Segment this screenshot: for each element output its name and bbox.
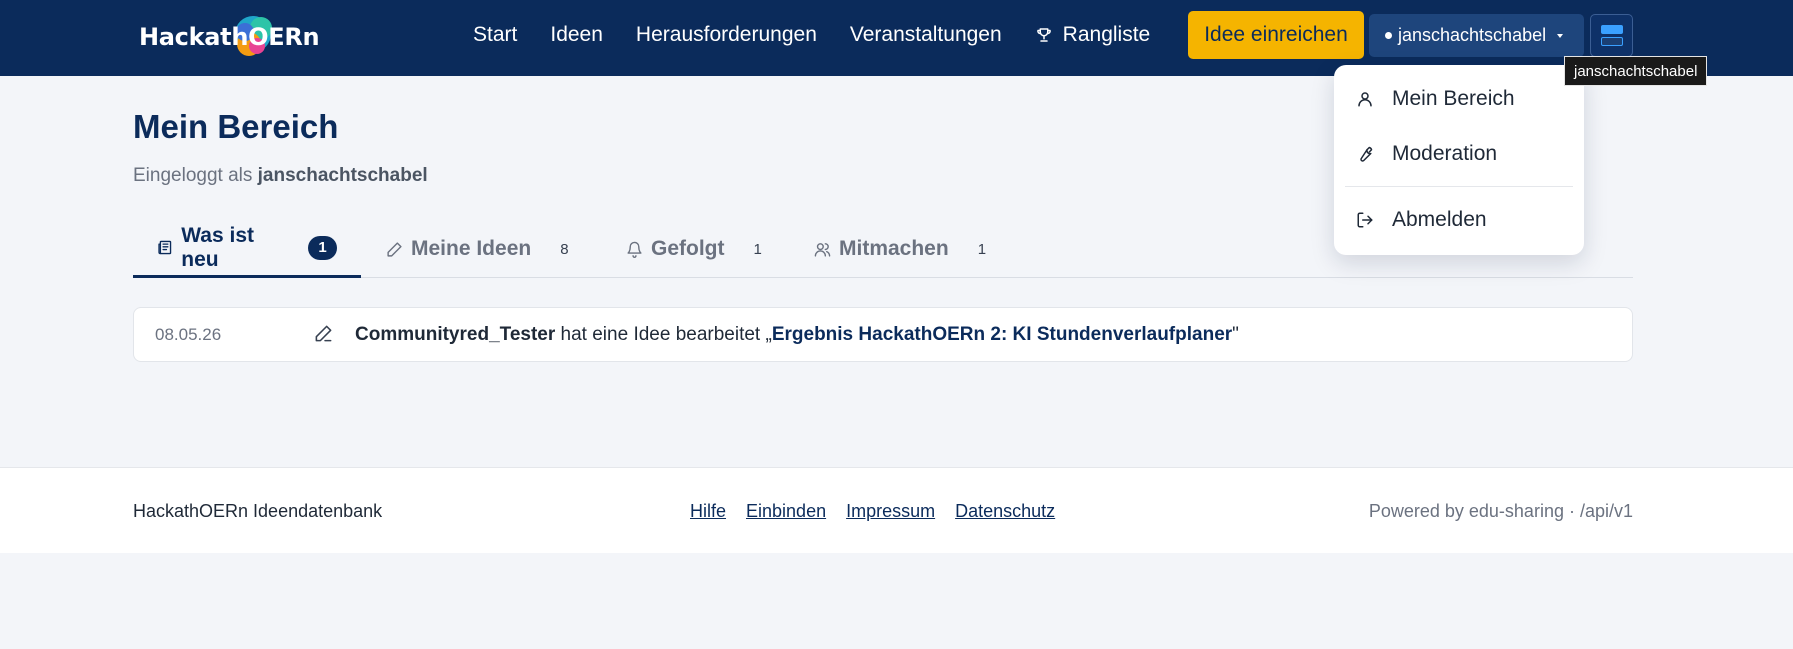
nav-rangliste[interactable]: Rangliste bbox=[1035, 23, 1151, 47]
footer-links: Hilfe Einbinden Impressum Datenschutz bbox=[690, 501, 1075, 522]
logo[interactable]: HackathOERn bbox=[139, 10, 320, 64]
user-dropdown-menu: Mein Bereich Moderation Abmelden bbox=[1334, 65, 1584, 255]
users-icon bbox=[814, 242, 831, 257]
logout-icon bbox=[1357, 212, 1373, 228]
footer-link-impressum[interactable]: Impressum bbox=[846, 501, 935, 522]
activity-text: Communityred_Tester hat eine Idee bearbe… bbox=[355, 324, 1239, 346]
tab-count-badge: 1 bbox=[308, 235, 337, 260]
caret-down-icon bbox=[1557, 33, 1564, 38]
submit-idea-button[interactable]: Idee einreichen bbox=[1188, 11, 1364, 59]
tab-meine-ideen[interactable]: Meine Ideen 8 bbox=[386, 220, 569, 278]
activity-quote-close: " bbox=[1232, 323, 1239, 345]
menu-item-label: Abmelden bbox=[1392, 208, 1487, 231]
logo-text: HackathOERn bbox=[139, 23, 320, 51]
footer-link-hilfe[interactable]: Hilfe bbox=[690, 501, 726, 522]
activity-item[interactable]: 08.05.26 Communityred_Tester hat eine Id… bbox=[133, 307, 1633, 362]
main-nav: Start Ideen Herausforderungen Veranstalt… bbox=[473, 0, 1183, 70]
menu-item-mein-bereich[interactable]: Mein Bereich bbox=[1334, 77, 1584, 121]
activity-date: 08.05.26 bbox=[155, 324, 222, 344]
tab-count: 1 bbox=[753, 240, 762, 258]
menu-divider bbox=[1345, 186, 1573, 187]
tab-was-ist-neu[interactable]: Was ist neu 1 bbox=[133, 220, 361, 278]
nav-rangliste-label: Rangliste bbox=[1062, 23, 1151, 46]
user-menu-button[interactable]: janschachtschabel bbox=[1369, 14, 1584, 57]
logged-in-info: Eingeloggt als janschachtschabel bbox=[133, 165, 428, 187]
footer-link-datenschutz[interactable]: Datenschutz bbox=[955, 501, 1055, 522]
tab-mitmachen[interactable]: Mitmachen 1 bbox=[814, 220, 986, 278]
logged-in-username: janschachtschabel bbox=[257, 165, 428, 186]
pencil-icon bbox=[387, 241, 402, 257]
logged-in-prefix: Eingeloggt als bbox=[133, 165, 253, 186]
tab-count: 1 bbox=[977, 240, 987, 258]
pencil-icon bbox=[315, 325, 332, 342]
newspaper-icon bbox=[158, 240, 172, 255]
tab-label: Gefolgt bbox=[651, 237, 725, 260]
tab-label: Meine Ideen bbox=[411, 237, 532, 260]
footer-powered-by: Powered by edu-sharing · /api/v1 bbox=[1368, 501, 1633, 521]
menu-item-moderation[interactable]: Moderation bbox=[1334, 132, 1584, 176]
tab-label: Mitmachen bbox=[839, 237, 949, 260]
footer: HackathOERn Ideendatenbank Hilfe Einbind… bbox=[0, 467, 1793, 553]
menu-item-label: Moderation bbox=[1392, 142, 1498, 165]
activity-action: hat eine Idee bearbeitet bbox=[560, 323, 761, 345]
online-dot-icon bbox=[1385, 32, 1392, 39]
layout-toggle-icon-bottom bbox=[1600, 37, 1623, 46]
trophy-icon bbox=[1036, 28, 1051, 42]
activity-actor[interactable]: Communityred_Tester bbox=[355, 324, 555, 345]
tab-count: 8 bbox=[560, 240, 569, 258]
user-menu-label: janschachtschabel bbox=[1398, 25, 1547, 45]
tab-label: Was ist neu bbox=[181, 223, 254, 271]
layout-toggle-button[interactable] bbox=[1590, 14, 1633, 57]
wrench-icon bbox=[1360, 146, 1373, 162]
nav-veranstaltungen[interactable]: Veranstaltungen bbox=[850, 23, 1002, 47]
user-icon bbox=[1358, 92, 1372, 107]
user-tooltip: janschachtschabel bbox=[1564, 56, 1708, 86]
footer-site-name: HackathOERn Ideendatenbank bbox=[133, 501, 383, 521]
footer-link-einbinden[interactable]: Einbinden bbox=[746, 501, 826, 522]
bell-icon bbox=[627, 241, 642, 258]
activity-idea-link[interactable]: Ergebnis HackathOERn 2: KI Stundenverlau… bbox=[772, 324, 1232, 345]
page-title: Mein Bereich bbox=[133, 108, 339, 145]
nav-start[interactable]: Start bbox=[473, 23, 517, 47]
nav-ideen[interactable]: Ideen bbox=[550, 23, 603, 47]
layout-toggle-icon-top bbox=[1600, 25, 1623, 34]
nav-herausforderungen[interactable]: Herausforderungen bbox=[636, 23, 817, 47]
menu-item-label: Mein Bereich bbox=[1392, 87, 1515, 110]
menu-item-abmelden[interactable]: Abmelden bbox=[1334, 198, 1584, 242]
tab-gefolgt[interactable]: Gefolgt 1 bbox=[626, 220, 762, 278]
